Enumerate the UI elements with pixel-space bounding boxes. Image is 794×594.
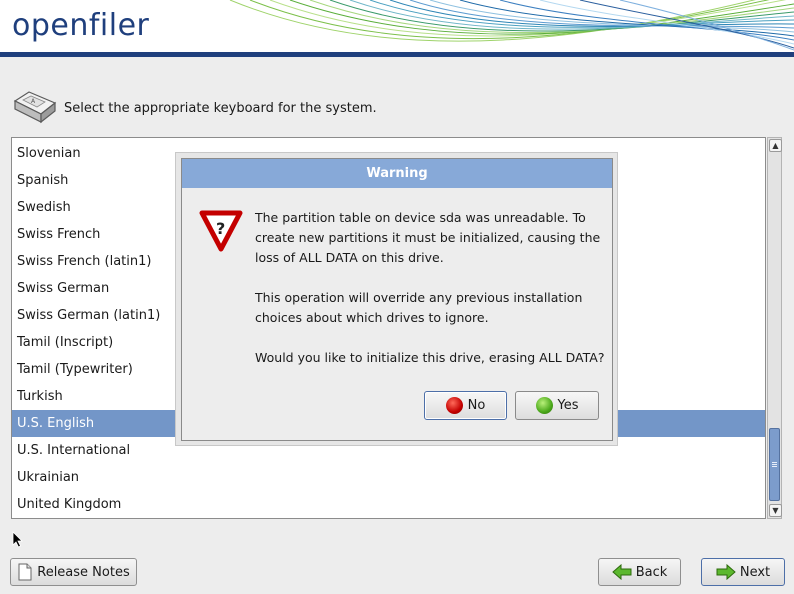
prompt-text: Select the appropriate keyboard for the …: [64, 101, 377, 116]
release-notes-button[interactable]: Release Notes: [10, 558, 137, 586]
next-button[interactable]: Next: [701, 558, 785, 586]
warning-icon: ?: [199, 210, 243, 252]
prompt-row: A Select the appropriate keyboard for th…: [12, 89, 512, 129]
scroll-thumb[interactable]: [769, 428, 780, 501]
list-item[interactable]: United Kingdom: [12, 491, 765, 518]
dialog-message-paragraph: Would you like to initialize this drive,…: [255, 350, 605, 365]
red-circle-icon: [445, 397, 463, 414]
mouse-pointer-icon: [12, 531, 23, 548]
warning-dialog: Warning ? The partition table on device …: [181, 158, 613, 441]
document-icon: [18, 563, 32, 581]
scroll-down-arrow-icon[interactable]: ▼: [769, 504, 782, 517]
no-button[interactable]: No: [424, 391, 507, 420]
dialog-message: The partition table on device sda was un…: [255, 208, 605, 388]
next-label: Next: [739, 564, 771, 580]
green-circle-icon: [535, 397, 553, 414]
yes-label: Yes: [557, 398, 579, 413]
no-label: No: [467, 398, 486, 413]
list-item[interactable]: Ukrainian: [12, 464, 765, 491]
dialog-title: Warning: [182, 159, 612, 188]
header-banner: openfiler: [0, 0, 794, 56]
svg-text:?: ?: [216, 219, 225, 238]
back-arrow-icon: [611, 564, 632, 580]
dialog-message-paragraph: This operation will override any previou…: [255, 290, 583, 325]
next-arrow-icon: [716, 564, 736, 580]
scroll-up-arrow-icon[interactable]: ▲: [769, 139, 782, 152]
header-divider: [0, 52, 794, 57]
yes-button[interactable]: Yes: [515, 391, 599, 420]
back-label: Back: [635, 564, 668, 580]
list-scrollbar[interactable]: ▲ ▼: [767, 137, 782, 519]
back-button[interactable]: Back: [598, 558, 681, 586]
openfiler-logo: openfiler: [12, 8, 150, 43]
dialog-message-paragraph: The partition table on device sda was un…: [255, 210, 601, 265]
keyboard-key-icon: A: [13, 91, 57, 124]
release-notes-label: Release Notes: [37, 564, 130, 580]
